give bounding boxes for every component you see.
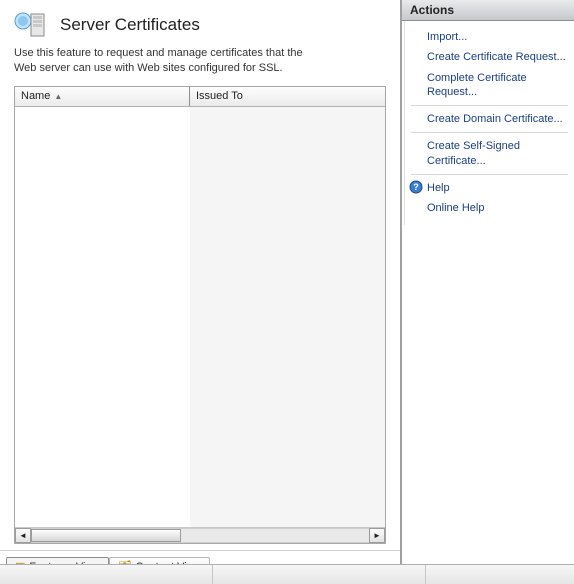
scroll-left-arrow[interactable]: ◄ bbox=[15, 528, 31, 543]
scroll-track[interactable] bbox=[31, 528, 369, 543]
page-description: Use this feature to request and manage c… bbox=[0, 46, 330, 86]
actions-separator bbox=[411, 105, 568, 106]
status-cell bbox=[213, 565, 426, 584]
column-header-issued-to-label: Issued To bbox=[196, 90, 243, 102]
action-complete-certificate-request[interactable]: Complete Certificate Request... bbox=[405, 68, 574, 103]
action-help-label: Help bbox=[427, 181, 450, 195]
action-help[interactable]: ? Help bbox=[405, 178, 574, 198]
table-header: Name ▲ Issued To bbox=[15, 87, 385, 107]
action-create-self-signed-certificate[interactable]: Create Self-Signed Certificate... bbox=[405, 136, 574, 171]
table-body[interactable] bbox=[15, 107, 385, 527]
actions-separator bbox=[411, 174, 568, 175]
action-import[interactable]: Import... bbox=[405, 27, 574, 47]
horizontal-scrollbar[interactable]: ◄ ► bbox=[15, 527, 385, 543]
scroll-thumb[interactable] bbox=[31, 529, 181, 542]
page-title: Server Certificates bbox=[60, 15, 200, 35]
status-cell bbox=[0, 565, 213, 584]
column-header-name[interactable]: Name ▲ bbox=[15, 87, 190, 106]
action-create-certificate-request[interactable]: Create Certificate Request... bbox=[405, 47, 574, 67]
status-cell bbox=[426, 565, 574, 584]
sort-ascending-icon: ▲ bbox=[54, 92, 62, 101]
scroll-right-arrow[interactable]: ► bbox=[369, 528, 385, 543]
status-bar bbox=[0, 564, 574, 584]
action-online-help[interactable]: Online Help bbox=[405, 198, 574, 218]
certificates-table: Name ▲ Issued To ◄ ► bbox=[14, 86, 386, 544]
column-header-issued-to[interactable]: Issued To bbox=[190, 87, 385, 106]
actions-separator bbox=[411, 132, 568, 133]
svg-text:?: ? bbox=[413, 182, 419, 192]
column-header-name-label: Name bbox=[21, 90, 50, 102]
help-icon: ? bbox=[409, 180, 423, 194]
table-column-shade bbox=[190, 107, 385, 527]
actions-header: Actions bbox=[402, 0, 574, 21]
action-create-domain-certificate[interactable]: Create Domain Certificate... bbox=[405, 109, 574, 129]
server-certificates-icon bbox=[14, 10, 50, 40]
